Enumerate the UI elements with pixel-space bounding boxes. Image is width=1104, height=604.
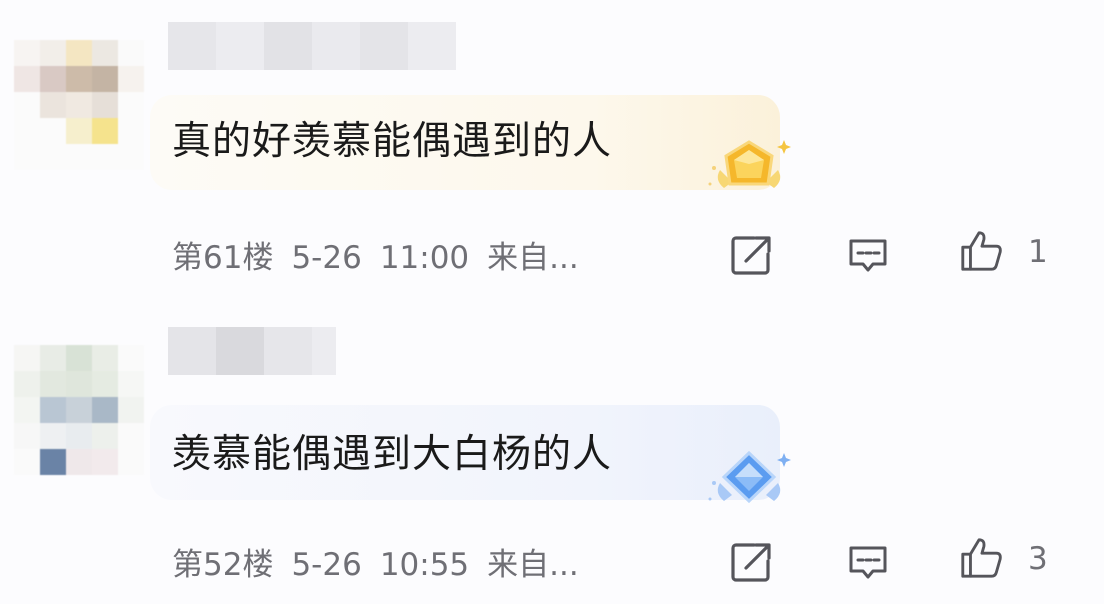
username-blurred[interactable]	[168, 327, 336, 375]
comment-source: 来自...	[487, 240, 579, 276]
comment-item: 羡慕能偶遇到大白杨的人 第52楼 5-26 10:55 来自... 3	[0, 305, 1104, 604]
comment-text: 真的好羡慕能偶遇到的人	[172, 119, 613, 164]
avatar[interactable]	[14, 345, 144, 475]
comment-icon[interactable]	[845, 539, 891, 585]
comment-date: 5-26	[291, 240, 362, 276]
share-icon[interactable]	[728, 232, 774, 278]
floor-number: 第61楼	[172, 240, 274, 276]
like-thumb-icon[interactable]	[958, 535, 1004, 581]
blue-diamond-icon	[708, 450, 791, 504]
comment-meta: 第61楼 5-26 11:00 来自...	[172, 232, 597, 277]
avatar[interactable]	[14, 40, 144, 170]
floor-number: 第52楼	[172, 547, 274, 583]
comment-time: 11:00	[379, 240, 470, 276]
comment-text: 羡慕能偶遇到大白杨的人	[172, 432, 613, 477]
like-thumb-icon[interactable]	[958, 228, 1004, 274]
like-count: 1	[1028, 234, 1048, 270]
comment-time: 10:55	[379, 547, 470, 583]
comment-meta: 第52楼 5-26 10:55 来自...	[172, 539, 597, 584]
username-blurred[interactable]	[168, 22, 456, 70]
like-count: 3	[1028, 541, 1048, 577]
share-icon[interactable]	[728, 539, 774, 585]
comment-item: 真的好羡慕能偶遇到的人 第61楼 5-26 11:00 来自... 1	[0, 0, 1104, 299]
gold-medal-icon	[708, 140, 791, 188]
comment-icon[interactable]	[845, 232, 891, 278]
comment-source: 来自...	[487, 547, 579, 583]
comment-date: 5-26	[291, 547, 362, 583]
